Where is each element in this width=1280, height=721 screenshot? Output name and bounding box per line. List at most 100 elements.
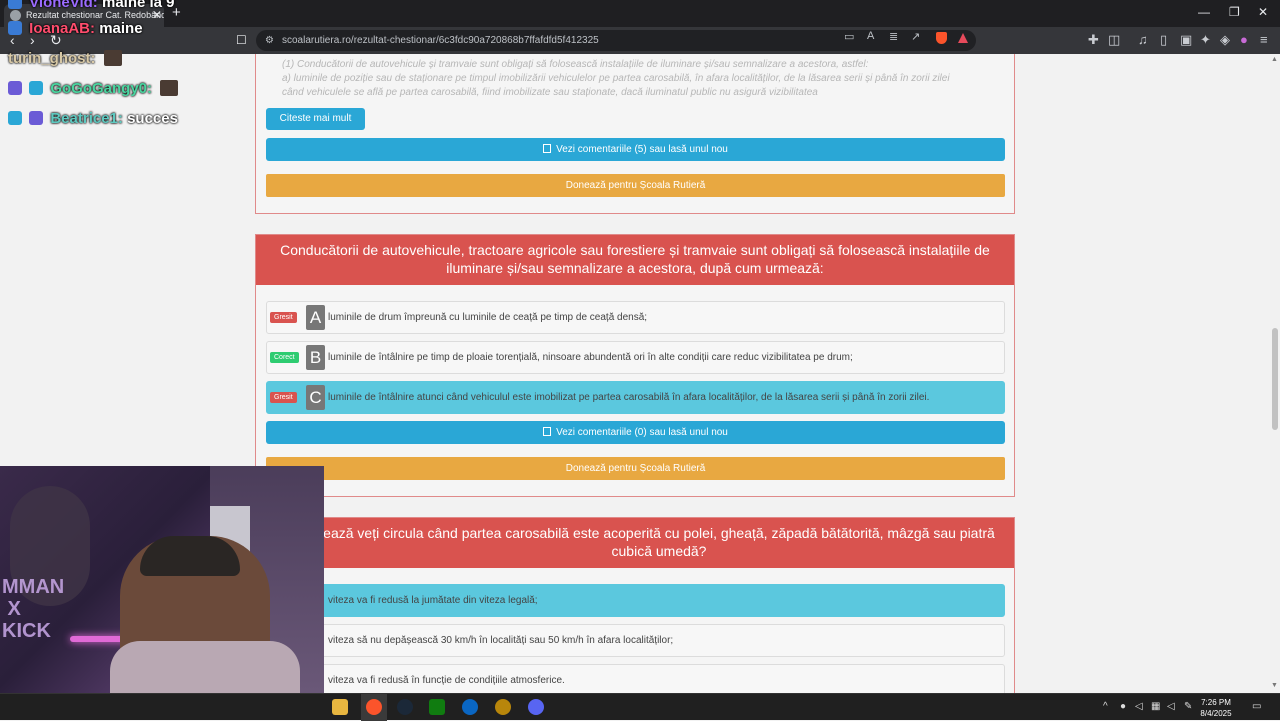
network-icon[interactable]: ▦	[1151, 701, 1160, 712]
chat-badge-icon	[8, 0, 22, 9]
file-explorer-icon[interactable]	[332, 699, 348, 715]
reader-mode-icon[interactable]: ≣	[889, 30, 898, 43]
answer-text: luminile de drum împreună cu luminile de…	[328, 312, 648, 323]
media-icon[interactable]: ♫	[1138, 32, 1148, 47]
brave-browser-icon[interactable]	[366, 699, 382, 715]
chat-user: turin_ghost:	[8, 50, 96, 67]
chat-text: succes	[127, 110, 178, 127]
answer-a[interactable]: Gresit A luminile de drum împreună cu lu…	[266, 301, 1005, 334]
comments-button[interactable]: Vezi comentariile (5) sau lasă unul nou	[266, 138, 1005, 161]
clock-time: 7:26 PM	[1201, 698, 1231, 707]
webcam-shirt	[110, 641, 300, 693]
browser-tab-bar: Rezultat chestionar Cat. Redobândi... ✕ …	[0, 0, 1280, 27]
screenshot-icon[interactable]: ◫	[1108, 32, 1120, 48]
wow-icon[interactable]	[495, 699, 511, 715]
answer-b[interactable]: Corect B luminile de întâlnire pe timp d…	[266, 341, 1005, 374]
notifications-icon[interactable]: ▭	[1252, 701, 1261, 712]
scroll-thumb[interactable]	[1272, 328, 1278, 430]
donate-button[interactable]: Donează pentru Școala Rutieră	[266, 174, 1005, 197]
answer-a[interactable]: viteza va fi redusă la jumătate din vite…	[266, 584, 1005, 617]
question-title: Conducătorii de autovehicule, tractoare …	[256, 235, 1014, 285]
chat-message: GoGoGangy0:	[8, 80, 179, 97]
answer-text: luminile de întâlnire pe timp de ploaie …	[328, 352, 853, 363]
edge-icon[interactable]	[462, 699, 478, 715]
answer-c[interactable]: viteza va fi redusă în funcție de condiț…	[266, 664, 1005, 693]
scroll-down-icon[interactable]: ▼	[1271, 682, 1278, 689]
scroll-up-icon[interactable]: ▲	[1271, 56, 1278, 63]
chat-text: maine la 9	[101, 0, 175, 11]
brave-shield-icon[interactable]	[936, 32, 947, 44]
leo-ai-icon[interactable]: ✦	[1200, 32, 1211, 48]
xbox-icon[interactable]	[429, 699, 445, 715]
answer-text: viteza va fi redusă la jumătate din vite…	[328, 595, 538, 606]
menu-icon[interactable]: ≡	[1260, 32, 1268, 47]
chat-message: turin_ghost:	[8, 50, 122, 67]
donate-button[interactable]: Donează pentru Școala Rutieră	[266, 457, 1005, 480]
steam-icon[interactable]	[397, 699, 413, 715]
answer-b[interactable]: viteza să nu depășească 30 km/h în local…	[266, 624, 1005, 657]
webcam-overlay-text: MMAN X KICK	[2, 576, 65, 642]
browser-toolbar: ‹ › ↻ ☐ ⚙ scoalarutiera.ro/rezultat-ches…	[0, 27, 1280, 54]
chat-badge-icon	[8, 21, 22, 35]
chat-badge-icon	[29, 111, 44, 125]
restore-icon[interactable]: ❐	[1229, 5, 1240, 19]
chat-emote-icon	[103, 50, 122, 66]
chat-badge-icon	[8, 111, 22, 125]
comments-label: Vezi comentariile (0) sau lasă unul nou	[556, 427, 728, 438]
system-clock[interactable]: 7:26 PM 8/4/2025	[1196, 697, 1236, 719]
vpn-icon[interactable]: ◈	[1220, 32, 1230, 48]
comments-label: Vezi comentariile (5) sau lasă unul nou	[556, 144, 728, 155]
comment-icon	[543, 427, 552, 436]
chat-badge-icon	[8, 81, 22, 95]
bookmark-icon[interactable]: ☐	[236, 33, 247, 47]
profile-icon[interactable]: ●	[1240, 32, 1248, 47]
brave-rewards-icon[interactable]	[958, 33, 968, 43]
chat-message: IoanaAB: maine	[8, 20, 143, 37]
sidebar-icon[interactable]: ▯	[1160, 32, 1167, 48]
chat-message: VioneVid: maine la 9	[8, 0, 175, 11]
discord-icon[interactable]	[528, 699, 544, 715]
chat-user: GoGoGangy0:	[50, 80, 153, 97]
next-question-card: ează veți circula când partea carosabilă…	[255, 517, 1015, 693]
translate-icon[interactable]: A	[867, 30, 874, 42]
url-text: scoalarutiera.ro/rezultat-chestionar/6c3…	[282, 35, 599, 46]
tab-title: Rezultat chestionar Cat. Redobândi...	[26, 10, 164, 20]
comment-icon	[543, 144, 552, 153]
windows-taskbar: ^ ● ◁ ▦ ◁ ✎ 7:26 PM 8/4/2025 ▭	[0, 693, 1280, 721]
webcam-overlay: MMAN X KICK	[0, 466, 324, 693]
chat-user: VioneVid:	[29, 0, 98, 11]
window-close-icon[interactable]: ✕	[1258, 5, 1268, 19]
answer-letter: B	[306, 345, 325, 370]
chat-user: IoanaAB:	[29, 20, 96, 37]
extensions-icon[interactable]: ✚	[1088, 32, 1099, 48]
explanation-line: a) luminile de poziție sau de staționare…	[282, 73, 950, 84]
explanation-line: când vehiculele se află pe partea carosa…	[282, 87, 818, 98]
volume-icon[interactable]: ◁	[1135, 701, 1143, 712]
clock-date: 8/4/2025	[1200, 709, 1232, 718]
previous-question-card: (1) Conducătorii de autovehicule și tram…	[255, 54, 1015, 214]
answer-letter: A	[306, 305, 325, 330]
speaker-icon[interactable]: ◁	[1167, 701, 1175, 712]
answer-text: viteza va fi redusă în funcție de condiț…	[328, 675, 565, 686]
status-badge: Corect	[270, 352, 299, 363]
chat-badge-icon	[29, 81, 44, 95]
site-info-icon[interactable]: ⚙	[265, 30, 274, 51]
answer-c[interactable]: Gresit C luminile de întâlnire atunci câ…	[266, 381, 1005, 414]
question-card: Conducătorii de autovehicule, tractoare …	[255, 234, 1015, 497]
chat-emote-icon	[160, 80, 179, 96]
tray-expand-icon[interactable]: ^	[1103, 701, 1108, 712]
page-scrollbar[interactable]: ▲ ▼	[1270, 54, 1280, 693]
chat-text: maine	[99, 20, 143, 37]
read-more-button[interactable]: Citeste mai mult	[266, 108, 365, 130]
answer-text: viteza să nu depășească 30 km/h în local…	[328, 635, 674, 646]
pen-icon[interactable]: ✎	[1184, 701, 1192, 712]
screen-cast-icon[interactable]: ▭	[844, 30, 854, 43]
question-title: ează veți circula când partea carosabilă…	[256, 518, 1014, 568]
share-icon[interactable]: ↗	[911, 30, 920, 43]
minimize-icon[interactable]: —	[1198, 5, 1210, 19]
webcam-hat	[140, 536, 240, 576]
wallet-icon[interactable]: ▣	[1180, 32, 1192, 48]
status-badge: Gresit	[270, 312, 297, 323]
microphone-icon[interactable]: ●	[1120, 701, 1126, 712]
comments-button[interactable]: Vezi comentariile (0) sau lasă unul nou	[266, 421, 1005, 444]
